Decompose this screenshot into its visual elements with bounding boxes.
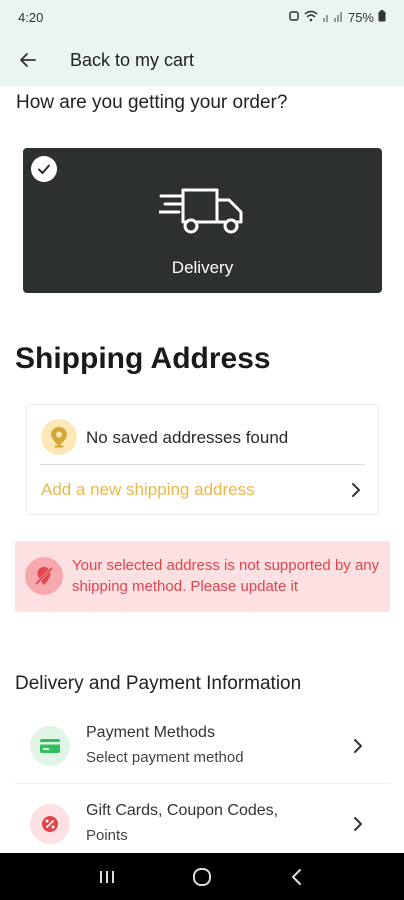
location-off-icon [25,557,63,595]
back-nav-button[interactable] [277,857,317,897]
arrow-left-icon [20,53,36,67]
check-circle-icon [31,156,57,182]
checkout-content[interactable]: How are you getting your order? Delivery… [0,86,404,853]
notification-icon [288,10,300,25]
recents-button[interactable] [87,857,127,897]
shipping-address-title: Shipping Address [15,342,271,375]
delivery-label: Delivery [171,258,234,277]
delivery-truck-icon [159,188,243,234]
fulfillment-question: How are you getting your order? [16,92,288,113]
gift-cards-subtitle: Points [86,827,128,844]
recents-icon [100,870,115,883]
chevron-right-icon[interactable] [350,481,362,499]
payment-methods-subtitle: Select payment method [86,749,244,766]
gift-cards-row[interactable]: Gift Cards, Coupon Codes, Points [15,786,390,853]
home-button[interactable] [182,857,222,897]
home-icon [192,867,211,886]
coupon-percent-icon [30,804,70,844]
back-to-cart-label[interactable]: Back to my cart [70,50,194,71]
wifi-icon [304,10,318,25]
no-saved-addresses-text: No saved addresses found [86,428,289,447]
address-error-message: Your selected address is not supported b… [72,557,380,595]
status-icons: 75% [288,9,386,25]
add-shipping-address-link[interactable]: Add a new shipping address [41,480,255,500]
back-nav-icon [291,868,301,885]
app-bar: Back to my cart [0,34,404,86]
delivery-option-card[interactable]: Delivery [23,148,382,293]
status-bar: 4:20 75% [0,0,404,34]
delivery-payment-title: Delivery and Payment Information [15,673,302,694]
system-nav-bar [0,853,404,900]
gift-cards-title: Gift Cards, Coupon Codes, [86,802,279,819]
back-button[interactable] [0,34,56,86]
chevron-right-icon [354,739,362,753]
chevron-right-icon [354,817,362,831]
payment-methods-title: Payment Methods [86,724,215,741]
address-card: No saved addresses found Add a new shipp… [26,404,379,515]
signal-icon [322,10,344,25]
location-pin-icon [41,419,77,455]
battery-percent: 75% [347,9,374,25]
payment-methods-row[interactable]: Payment Methods Select payment method [15,708,390,784]
status-time: 4:20 [18,9,44,25]
divider [40,464,365,465]
battery-icon [378,9,386,25]
address-error-alert: Your selected address is not supported b… [15,541,390,612]
credit-card-icon [30,726,70,766]
